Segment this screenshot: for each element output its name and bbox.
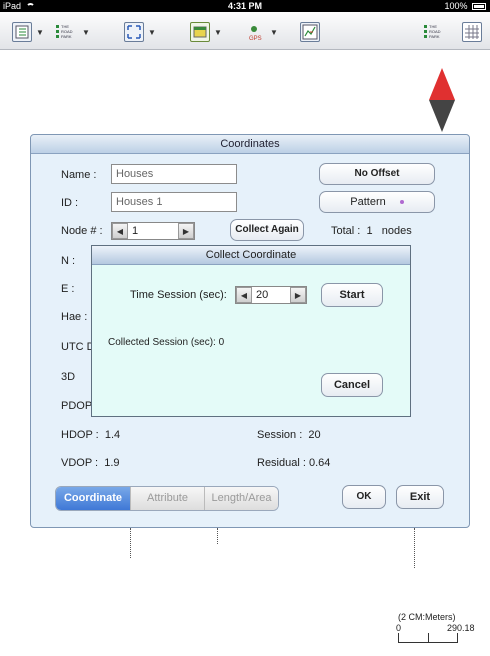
exit-button[interactable]: Exit (396, 485, 444, 509)
zoom-extent-button[interactable]: ▼ (124, 21, 156, 43)
id-field[interactable]: Houses 1 (111, 192, 237, 212)
expand-icon (124, 22, 144, 42)
time-session-value: 20 (256, 289, 269, 301)
grid-icon (462, 22, 482, 42)
pattern-button[interactable]: Pattern (319, 191, 435, 213)
node-stepper[interactable]: ◀ 1 ▶ (111, 222, 195, 240)
e-label: E : (61, 283, 75, 295)
n-label: N : (61, 255, 76, 267)
hdop-row: HDOP : 1.4 (61, 429, 121, 441)
no-offset-button[interactable]: No Offset (319, 163, 435, 185)
vdop-row: VDOP : 1.9 (61, 457, 120, 469)
map-track-line (217, 528, 219, 544)
graph-icon (300, 22, 320, 42)
tab-attribute[interactable]: Attribute (130, 487, 204, 510)
time-session-stepper[interactable]: ◀ 20 ▶ (235, 286, 307, 304)
increment-button[interactable]: ▶ (290, 287, 306, 303)
measure-button[interactable] (300, 21, 320, 43)
layers-button[interactable]: ▼ (12, 21, 44, 43)
increment-button[interactable]: ▶ (178, 223, 194, 239)
status-bar: iPad 4:31 PM 100% (0, 0, 490, 12)
collect-coordinate-dialog: Collect Coordinate Time Session (sec): ◀… (91, 245, 411, 417)
chevron-down-icon: ▼ (214, 27, 222, 37)
chevron-down-icon: ▼ (36, 27, 44, 37)
battery-percent: 100% (444, 1, 468, 11)
scale-min: 0 (396, 623, 402, 633)
map-track-line (414, 528, 416, 568)
name-field[interactable]: Houses (111, 164, 237, 184)
collect-again-button[interactable]: Collect Again (230, 219, 304, 241)
3d-label: 3D (61, 371, 76, 383)
legend-icon: THE ROAD PARK (424, 25, 446, 39)
hdop-value: 1.4 (104, 429, 121, 441)
time-session-label: Time Session (sec): (130, 289, 227, 301)
decrement-button[interactable]: ◀ (236, 287, 252, 303)
tab-length-area[interactable]: Length/Area (204, 487, 278, 510)
name-label: Name : (61, 169, 97, 181)
feature-list-icon: THE ROAD PARK (56, 25, 78, 39)
gps-icon: GPS (246, 22, 266, 42)
ok-button[interactable]: OK (342, 485, 386, 509)
map-track-line (130, 528, 132, 558)
hae-label: Hae : (61, 311, 88, 323)
scale-bar (398, 633, 458, 643)
chevron-down-icon: ▼ (82, 27, 90, 37)
feature-list-button[interactable]: THE ROAD PARK ▼ (56, 21, 90, 43)
svg-text:GPS: GPS (249, 36, 262, 42)
residual-value: 0.64 (308, 457, 331, 469)
modal-title: Collect Coordinate (92, 246, 410, 265)
pdop-label: PDOP (61, 400, 93, 412)
collected-session-label: Collected Session (sec): 0 (108, 337, 225, 348)
map-tools-button[interactable]: ▼ (190, 21, 222, 43)
toolbar: ▼ THE ROAD PARK ▼ ▼ ▼ GPS ▼ THE ROAD PAR… (0, 12, 490, 50)
dropdown-dot-icon (399, 200, 404, 205)
scale-max: 290.18 (447, 623, 475, 633)
map-icon (190, 22, 210, 42)
gps-button[interactable]: GPS ▼ (246, 21, 278, 43)
residual-row: Residual : 0.64 (257, 457, 331, 469)
node-value: 1 (132, 225, 139, 237)
clock: 4:31 PM (227, 1, 262, 11)
tab-coordinate[interactable]: Coordinate (56, 487, 130, 510)
session-row: Session : 20 (257, 429, 321, 441)
decrement-button[interactable]: ◀ (112, 223, 128, 239)
total-label: Total : 1 nodes (331, 225, 412, 237)
battery-icon (472, 3, 486, 11)
scale-unit: (2 CM:Meters) (398, 612, 456, 622)
session-value: 20 (308, 429, 321, 441)
view-tabs: Coordinate Attribute Length/Area (55, 486, 279, 511)
legend-button[interactable]: THE ROAD PARK (424, 21, 446, 43)
dialog-title: Coordinates (31, 135, 469, 154)
compass-icon[interactable] (427, 68, 457, 132)
total-unit: nodes (381, 225, 412, 237)
node-label: Node # : (61, 225, 103, 237)
grid-view-button[interactable] (462, 21, 482, 43)
start-button[interactable]: Start (321, 283, 383, 307)
id-label: ID : (61, 197, 79, 209)
vdop-value: 1.9 (104, 457, 120, 469)
chevron-down-icon: ▼ (270, 27, 278, 37)
list-icon (12, 22, 32, 42)
chevron-down-icon: ▼ (148, 27, 156, 37)
cancel-button[interactable]: Cancel (321, 373, 383, 397)
total-value: 1 (366, 225, 373, 237)
utc-label: UTC D (61, 341, 95, 353)
